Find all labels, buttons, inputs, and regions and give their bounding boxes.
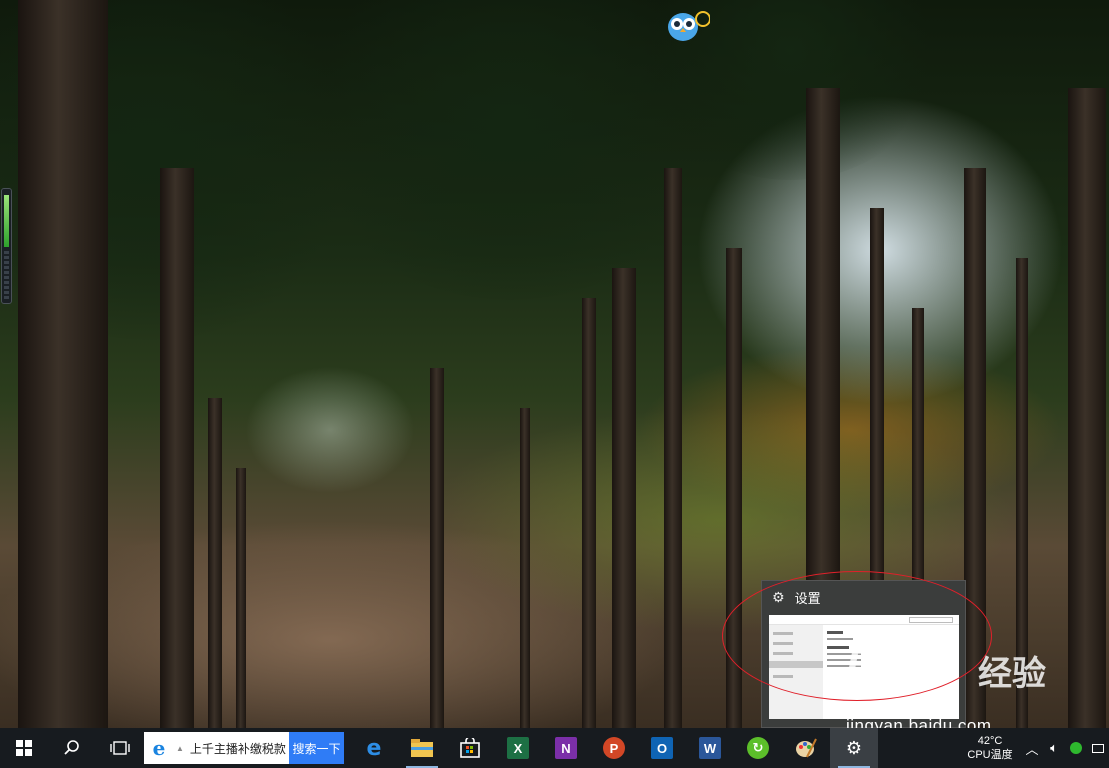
caret-up-icon: ▲ (176, 743, 184, 753)
onenote-icon: N (555, 737, 577, 759)
baidu-jingyan-watermark: Baidu 经验 jingyan.baidu.com (846, 640, 1046, 735)
file-explorer-icon (411, 739, 433, 757)
excel-icon: X (507, 737, 529, 759)
taskbar-app-settings[interactable]: ⚙ (830, 728, 878, 768)
task-view-icon (110, 741, 130, 755)
battery-icon[interactable] (1087, 728, 1109, 768)
taskbar-app-store[interactable] (446, 728, 494, 768)
windows-logo-icon (16, 740, 32, 756)
taskbar-app-file-explorer[interactable] (398, 728, 446, 768)
taskbar-app-excel[interactable]: X (494, 728, 542, 768)
search-icon (64, 740, 79, 755)
owl-mascot-icon[interactable] (666, 8, 711, 42)
meter-fill (4, 195, 9, 247)
search-button[interactable] (48, 728, 96, 768)
task-view-button[interactable] (96, 728, 144, 768)
cpu-temp-value: 42°C (977, 735, 1003, 747)
word-icon: W (699, 737, 721, 759)
search-submit-button[interactable]: 搜索一下 (289, 732, 344, 764)
volume-meter-gadget[interactable] (1, 188, 12, 304)
taskbar: e ▲ 上千主播补缴税款 搜索一下 e X N P O W ↻ ⚙ 42°C C… (0, 728, 1109, 768)
volume-icon[interactable]: 🔈︎ (1043, 728, 1065, 768)
powerpoint-icon: P (603, 737, 625, 759)
ie-icon: e (152, 736, 166, 760)
outlook-icon: O (651, 737, 673, 759)
settings-gear-icon: ⚙ (845, 737, 863, 758)
news-search-box[interactable]: e ▲ 上千主播补缴税款 (144, 732, 289, 764)
taskbar-app-onenote[interactable]: N (542, 728, 590, 768)
search-suggestion[interactable]: 上千主播补缴税款 (190, 740, 286, 757)
taskbar-app-update[interactable]: ↻ (734, 728, 782, 768)
taskbar-app-outlook[interactable]: O (638, 728, 686, 768)
taskbar-app-powerpoint[interactable]: P (590, 728, 638, 768)
show-hidden-icons-chevron-icon[interactable]: ︿ (1021, 728, 1043, 768)
system-tray: 42°C CPU温度 ︿ 🔈︎ (959, 728, 1109, 768)
update-icon: ↻ (747, 737, 769, 759)
cpu-temp-label: CPU温度 (967, 749, 1013, 761)
taskbar-app-word[interactable]: W (686, 728, 734, 768)
meter-ticks (4, 251, 9, 299)
paint-icon (796, 738, 817, 758)
cpu-temperature[interactable]: 42°C CPU温度 (959, 734, 1021, 762)
taskbar-app-edge[interactable]: e (350, 728, 398, 768)
edge-icon: e (366, 735, 382, 761)
start-button[interactable] (0, 728, 48, 768)
store-icon (460, 738, 480, 758)
taskbar-app-paint[interactable] (782, 728, 830, 768)
network-status-icon[interactable] (1065, 728, 1087, 768)
